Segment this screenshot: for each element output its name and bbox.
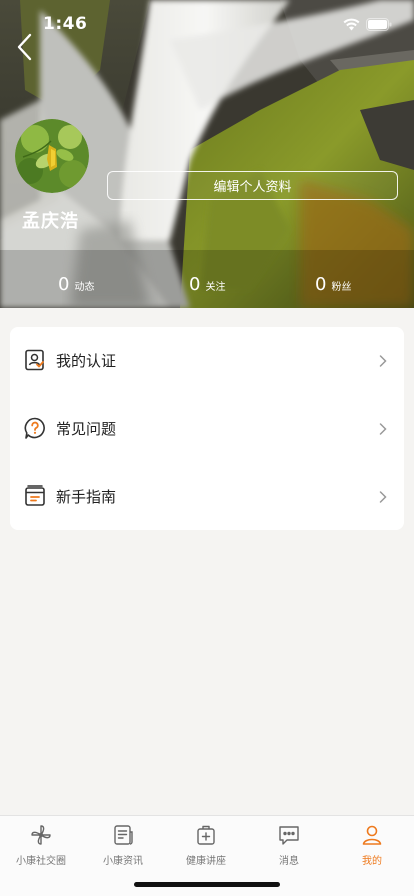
tab-label: 消息 — [279, 856, 299, 867]
medical-bag-icon — [194, 823, 218, 847]
stat-label: 关注 — [205, 282, 226, 293]
stat-posts[interactable]: 0 动态 — [58, 274, 94, 295]
chevron-right-icon — [378, 421, 388, 435]
menu-item-faq[interactable]: 常见问题 — [10, 395, 404, 461]
stat-count: 0 — [189, 274, 201, 295]
person-icon — [360, 823, 384, 847]
certification-icon — [24, 349, 46, 371]
back-button[interactable] — [10, 30, 38, 64]
status-time: 1:46 — [43, 14, 88, 34]
battery-icon — [366, 16, 392, 35]
status-bar: 1:46 — [0, 0, 414, 46]
profile-header: 1:46 孟庆浩 编辑个人资料 0 动态 0 关注 0 粉丝 — [0, 0, 414, 308]
tab-news[interactable]: 小康资讯 — [82, 816, 164, 876]
news-icon — [111, 823, 135, 847]
username: 孟庆浩 — [22, 211, 79, 232]
tab-label: 小康资讯 — [103, 856, 143, 867]
stat-followers[interactable]: 0 粉丝 — [315, 274, 351, 295]
stat-label: 动态 — [74, 282, 95, 293]
home-indicator — [134, 882, 280, 887]
menu-item-certification[interactable]: 我的认证 — [10, 327, 404, 393]
guide-icon — [24, 485, 46, 507]
chevron-right-icon — [378, 353, 388, 367]
question-icon — [24, 417, 46, 439]
edit-profile-button[interactable]: 编辑个人资料 — [107, 171, 398, 200]
tab-label: 小康社交圈 — [16, 856, 66, 867]
tab-social-circle[interactable]: 小康社交圈 — [0, 816, 82, 876]
menu-item-label: 我的认证 — [56, 352, 117, 370]
avatar[interactable] — [15, 119, 89, 193]
tab-label: 健康讲座 — [186, 856, 226, 867]
tab-mine[interactable]: 我的 — [331, 816, 413, 876]
chevron-right-icon — [378, 489, 388, 503]
stat-following[interactable]: 0 关注 — [189, 274, 225, 295]
menu-item-label: 新手指南 — [56, 488, 117, 506]
stat-count: 0 — [315, 274, 327, 295]
tab-health-lectures[interactable]: 健康讲座 — [165, 816, 247, 876]
tab-messages[interactable]: 消息 — [248, 816, 330, 876]
chat-bubble-icon — [277, 823, 301, 847]
menu-card: 我的认证 常见问题 新手指南 — [10, 327, 404, 530]
stat-label: 粉丝 — [331, 282, 352, 293]
menu-item-guide[interactable]: 新手指南 — [10, 463, 404, 529]
pinwheel-icon — [29, 823, 53, 847]
wifi-icon — [343, 16, 360, 35]
tab-label: 我的 — [362, 856, 382, 867]
chevron-left-icon — [17, 33, 32, 61]
stat-count: 0 — [58, 274, 70, 295]
menu-item-label: 常见问题 — [56, 420, 117, 438]
